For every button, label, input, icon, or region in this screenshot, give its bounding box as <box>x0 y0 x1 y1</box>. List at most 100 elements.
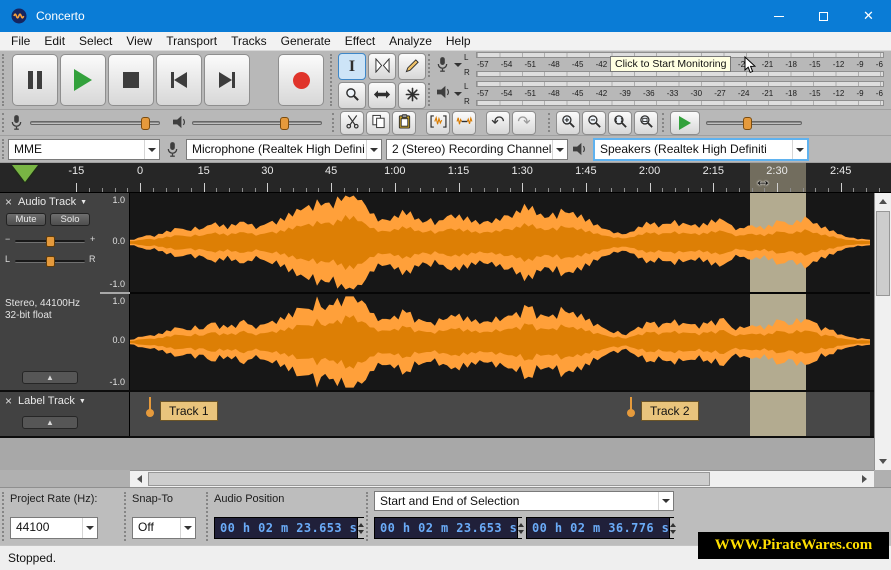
scroll-down-button[interactable] <box>875 454 891 470</box>
label-track-content[interactable]: Track 1 Track 2 <box>130 392 870 436</box>
selection-start-spinner[interactable] <box>517 518 525 538</box>
recording-channels-select[interactable]: 2 (Stereo) Recording Channels <box>386 139 568 160</box>
horizontal-scrollbar[interactable] <box>130 470 874 487</box>
play-pin-icon[interactable] <box>12 165 38 182</box>
menu-item-file[interactable]: File <box>4 32 37 51</box>
recording-volume-thumb[interactable] <box>141 117 150 130</box>
snap-to-select[interactable]: Off <box>132 517 196 539</box>
multi-tool-button[interactable] <box>398 82 426 109</box>
label-track-title[interactable]: Label Track ▼ <box>18 395 86 407</box>
menu-item-tracks[interactable]: Tracks <box>224 32 274 51</box>
selection-toolbar-grip[interactable] <box>2 492 7 541</box>
fit-selection-button[interactable] <box>608 111 632 135</box>
titlebar[interactable]: Concerto ✕ <box>0 0 891 32</box>
play-at-speed-button[interactable] <box>670 111 700 135</box>
minimize-button[interactable] <box>756 0 801 32</box>
scroll-left-button[interactable] <box>130 471 147 487</box>
selection-mode-select[interactable]: Start and End of Selection <box>374 491 674 511</box>
pause-button[interactable] <box>12 54 58 106</box>
menu-item-generate[interactable]: Generate <box>274 32 338 51</box>
waveform-ch2[interactable] <box>130 294 870 390</box>
playback-device-select[interactable]: Speakers (Realtek High Definiti <box>593 138 809 161</box>
timeline-ruler[interactable]: ↔ -15 0 15 30 45 1:00 1:15 1:30 1:45 2:00 2:15 2:30… <box>0 163 891 193</box>
envelope-tool-button[interactable] <box>368 53 396 80</box>
collapse-track-button[interactable]: ▲ <box>22 371 78 384</box>
draw-tool-button[interactable] <box>398 53 426 80</box>
chevron-down-icon[interactable] <box>180 518 195 538</box>
menu-item-select[interactable]: Select <box>72 32 119 51</box>
gain-slider-thumb[interactable] <box>46 236 55 247</box>
collapse-label-track-button[interactable]: ▲ <box>22 416 78 429</box>
edit-toolbar-grip[interactable] <box>332 113 337 132</box>
audio-host-select[interactable]: MME <box>8 139 160 160</box>
waveform-area[interactable] <box>130 193 870 390</box>
menu-item-effect[interactable]: Effect <box>338 32 382 51</box>
chevron-down-icon[interactable] <box>82 518 97 538</box>
device-toolbar-grip[interactable] <box>2 139 7 159</box>
pan-slider-thumb[interactable] <box>46 256 55 267</box>
play-speed-thumb[interactable] <box>743 117 752 130</box>
gain-slider[interactable] <box>15 236 85 247</box>
redo-button[interactable]: ↷ <box>512 111 536 135</box>
audio-position-display[interactable]: 00 h 02 m 23.653 s <box>214 517 365 539</box>
menu-item-analyze[interactable]: Analyze <box>382 32 439 51</box>
label-item[interactable]: Track 2 <box>640 401 699 421</box>
label-item[interactable]: Track 1 <box>159 401 218 421</box>
selection-tool-button[interactable]: I <box>338 53 366 80</box>
selection-end-display[interactable]: 00 h 02 m 36.776 s <box>526 517 677 539</box>
selection-toolbar-grip[interactable] <box>366 492 371 541</box>
paste-button[interactable] <box>392 111 416 135</box>
solo-button[interactable]: Solo <box>50 213 90 226</box>
chevron-down-icon[interactable] <box>552 140 567 159</box>
audio-track-title[interactable]: Audio Track ▼ <box>18 196 87 208</box>
label-flag-icon[interactable] <box>626 397 635 417</box>
audio-position-spinner[interactable] <box>357 518 365 538</box>
undo-button[interactable]: ↶ <box>486 111 510 135</box>
mute-button[interactable]: Mute <box>6 213 46 226</box>
stop-button[interactable] <box>108 54 154 106</box>
copy-button[interactable] <box>366 111 390 135</box>
playback-meter-body[interactable]: -57 -54 -51 -48 -45 -42 -39 -36 -33 -30 -27 -24 -21 -… <box>476 81 884 108</box>
zoom-out-button[interactable] <box>582 111 606 135</box>
maximize-button[interactable] <box>801 0 846 32</box>
play-button[interactable] <box>60 54 106 106</box>
timeshift-tool-button[interactable] <box>368 82 396 109</box>
recording-volume-slider[interactable] <box>30 117 160 130</box>
skip-to-start-button[interactable] <box>156 54 202 106</box>
menu-item-edit[interactable]: Edit <box>37 32 72 51</box>
scroll-up-button[interactable] <box>875 193 891 209</box>
audio-track-panel[interactable]: × Audio Track ▼ Mute Solo − + L R Stereo,… <box>0 193 100 390</box>
skip-to-end-button[interactable] <box>204 54 250 106</box>
vertical-scroll-thumb[interactable] <box>876 211 890 296</box>
zoom-toolbar-grip[interactable] <box>548 113 553 132</box>
play-at-speed-toolbar-grip[interactable] <box>662 113 667 132</box>
zoom-tool-button[interactable] <box>338 82 366 109</box>
playback-meter-grip[interactable] <box>428 83 433 106</box>
scroll-right-button[interactable] <box>857 471 874 487</box>
waveform-ch1[interactable] <box>130 193 870 292</box>
selection-toolbar-grip[interactable] <box>124 492 129 541</box>
selection-start-display[interactable]: 00 h 02 m 23.653 s <box>374 517 525 539</box>
playback-volume-slider[interactable] <box>192 117 322 130</box>
silence-audio-button[interactable] <box>452 111 476 135</box>
label-track-panel[interactable]: × Label Track ▼ ▲ <box>0 392 100 436</box>
playback-volume-thumb[interactable] <box>280 117 289 130</box>
recording-meter-grip[interactable] <box>428 54 433 77</box>
vertical-scrollbar[interactable] <box>874 193 891 470</box>
zoom-in-button[interactable] <box>556 111 580 135</box>
chevron-down-icon[interactable] <box>454 63 462 71</box>
cut-button[interactable] <box>340 111 364 135</box>
chevron-down-icon[interactable] <box>144 140 159 159</box>
track-close-icon[interactable]: × <box>5 195 12 209</box>
chevron-down-icon[interactable] <box>658 492 673 510</box>
horizontal-scroll-thumb[interactable] <box>148 472 710 486</box>
pan-slider[interactable] <box>15 256 85 267</box>
selection-end-spinner[interactable] <box>669 518 677 538</box>
menu-item-help[interactable]: Help <box>439 32 478 51</box>
chevron-down-icon[interactable] <box>366 140 381 159</box>
mixer-toolbar-grip[interactable] <box>2 113 7 132</box>
selection-toolbar-grip[interactable] <box>206 492 211 541</box>
trim-audio-button[interactable] <box>426 111 450 135</box>
track-close-icon[interactable]: × <box>5 394 12 408</box>
record-button[interactable] <box>278 54 324 106</box>
